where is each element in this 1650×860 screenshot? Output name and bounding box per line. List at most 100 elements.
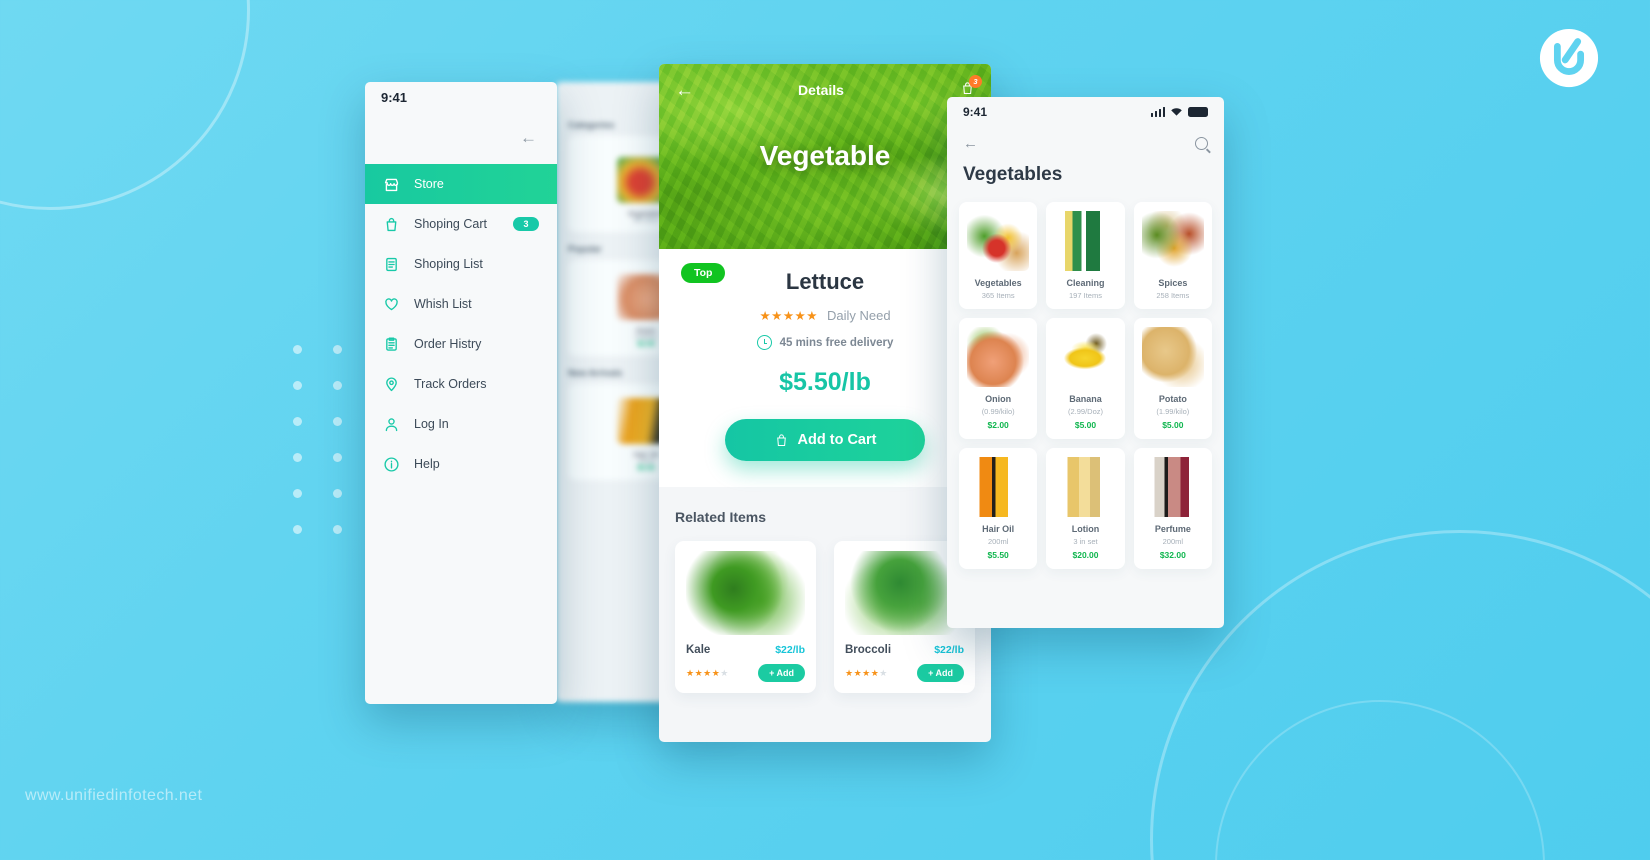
category-image [1141,327,1204,387]
delivery-row: 45 mins free delivery [681,335,969,350]
decor-dot [333,417,342,426]
category-name: Banana [1069,394,1102,404]
category-card[interactable]: Perfume 200ml $32.00 [1133,448,1212,569]
product-name: Onion [635,326,656,335]
decor-dot [293,525,302,534]
sidebar-item-label: Help [414,457,440,471]
category-card[interactable]: Lotion 3 in set $20.00 [1046,448,1125,569]
hero-title: Vegetable [759,140,891,171]
category-sub: 258 Items [1156,291,1190,300]
status-badge: Top [681,263,726,283]
related-items-title: Related Items [675,509,767,525]
decor-dot-grid [293,345,373,561]
sidebar-item-order-histry[interactable]: Order Histry [365,324,557,364]
rating-row: ★★★★★ Daily Need [681,308,969,323]
category-card[interactable]: Spices 258 Items [1133,202,1212,309]
category-card[interactable]: Vegetables 365 Items [959,202,1038,309]
category-price: $2.00 [987,420,1009,430]
sidebar-item-help[interactable]: Help [365,444,557,484]
category-sub: 365 Items [981,291,1015,300]
sidebar-item-track-orders[interactable]: Track Orders [365,364,557,404]
add-button[interactable]: + Add [758,664,805,682]
category-image [1141,211,1204,271]
cart-badge: 3 [969,74,982,88]
category-card[interactable]: Banana (2.99/Doz) $5.00 [1046,318,1125,439]
category-grid: Vegetables 365 Items Cleaning 197 Items Spic… [947,186,1224,581]
user-icon [383,416,400,433]
category-card[interactable]: Cleaning 197 Items [1046,202,1125,309]
shopping-bag-icon [776,433,786,446]
category-name: Spices [1158,278,1188,288]
category-image [1054,457,1117,517]
watermark: www.unifiedinfotech.net [25,787,203,804]
details-header: ← Details 3 [659,64,991,106]
category-sub: 200ml [987,537,1009,546]
category-price: $20.00 [1072,550,1099,560]
decor-dot [293,345,302,354]
decor-circle-top-left [0,0,250,210]
decor-dot [333,345,342,354]
sidebar-item-whish-list[interactable]: Whish List [365,284,557,324]
decor-dot [333,489,342,498]
category-name: Onion [985,394,1012,404]
list-icon [383,256,400,273]
category-name: Potato [1158,394,1187,404]
sidebar-item-shoping-list[interactable]: Shoping List [365,244,557,284]
cart-button[interactable]: 3 [960,74,982,100]
category-card[interactable]: Hair Oil 200ml $5.50 [959,448,1038,569]
category-image [1054,211,1117,271]
category-image [967,211,1030,271]
related-item-card[interactable]: Kale $22/lb ★★★★★ + Add [675,541,816,693]
category-image [967,457,1030,517]
sidebar-item-store[interactable]: Store [365,164,557,204]
sidebar-item-label: Shoping List [414,257,483,271]
heart-icon [383,296,400,313]
star-rating-icon: ★★★★★ [845,667,888,678]
product-name: Kale [686,644,711,656]
category-name: Lotion [1071,524,1100,534]
add-button[interactable]: + Add [917,664,964,682]
product-detail-card: Top Lettuce ★★★★★ Daily Need 45 mins fre… [659,249,991,487]
category-price: $32.00 [1159,550,1186,560]
rating-label: Daily Need [826,308,891,323]
drawer-statusbar: 9:41 [365,82,557,112]
info-icon [383,456,400,473]
signal-icon [1150,107,1165,117]
sidebar-item-label: Track Orders [414,377,487,391]
add-to-cart-label: Add to Cart [797,432,877,448]
category-sub: 200ml [1162,537,1184,546]
product-price: $22/lb [934,644,964,656]
store-icon [383,176,400,193]
category-card[interactable]: Onion (0.99/kilo) $2.00 [959,318,1038,439]
add-to-cart-button[interactable]: Add to Cart [725,419,925,461]
category-name: Perfume [1154,524,1191,534]
drawer-close-button[interactable]: ← [365,112,557,164]
status-time: 9:41 [381,89,408,105]
sidebar-item-label: Shoping Cart [414,217,487,231]
category-price: $5.00 [1074,420,1097,430]
sidebar-item-label: Whish List [414,297,472,311]
sidebar-item-shoping-cart[interactable]: Shoping Cart 3 [365,204,557,244]
category-image [1054,327,1117,387]
location-pin-icon [383,376,400,393]
hero-banner: ← Details 3 Vegetable [659,64,991,249]
decor-dot [333,381,342,390]
product-name: Broccoli [845,644,892,656]
decor-dot [293,417,302,426]
sidebar-item-log-in[interactable]: Log In [365,404,557,444]
sidebar-item-label: Order Histry [414,337,482,351]
star-rating-icon: ★★★★★ [686,667,729,678]
status-time: 9:41 [963,105,988,119]
decor-dot [333,453,342,462]
product-price: $5.50 [637,465,655,472]
category-sub: 197 Items [1069,291,1102,300]
category-card[interactable]: Potato (1.99/kilo) $5.00 [1133,318,1212,439]
search-icon[interactable] [1195,137,1208,150]
sidebar-item-label: Log In [414,417,449,431]
star-rating-icon: ★★★★★ [759,309,818,323]
sidebar-item-label: Store [414,177,444,191]
wifi-icon [1171,108,1182,116]
details-phone: ← Details 3 Vegetable Top Lettuce ★★★★★ … [659,64,991,742]
product-image [686,551,805,635]
category-price: $5.00 [1162,420,1184,430]
